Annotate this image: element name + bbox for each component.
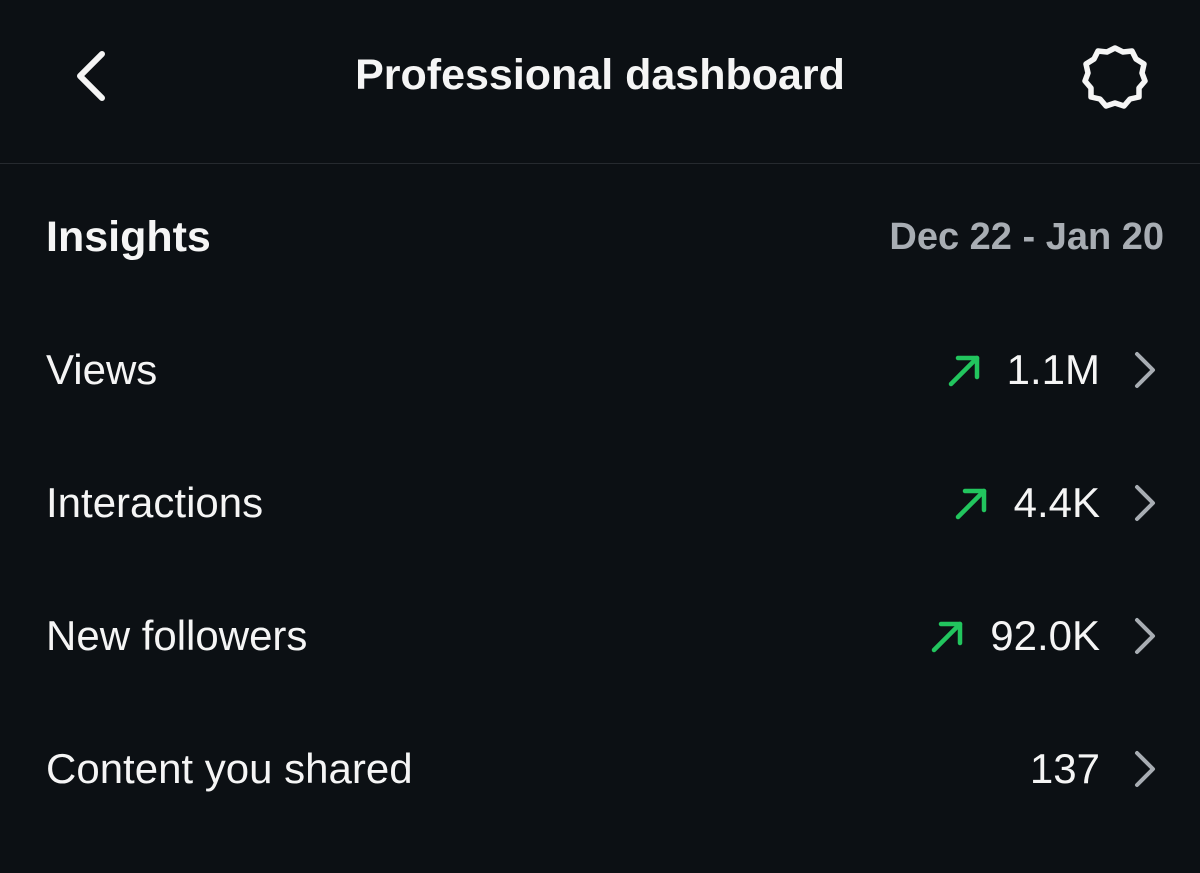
metric-row-interactions[interactable]: Interactions 4.4K <box>0 437 1200 570</box>
metric-value: 92.0K <box>990 612 1100 659</box>
metric-row-new-followers[interactable]: New followers 92.0K <box>0 570 1200 703</box>
trend-up-icon <box>945 350 985 390</box>
page-title: Professional dashboard <box>355 51 845 99</box>
metric-label: Interactions <box>46 479 264 526</box>
metrics-list: Views 1.1M Interactions 4.4K New followe… <box>0 304 1200 836</box>
metric-label: Views <box>46 346 158 393</box>
insights-title: Insights <box>46 213 211 261</box>
metric-label: New followers <box>46 612 308 659</box>
date-range[interactable]: Dec 22 - Jan 20 <box>889 212 1164 262</box>
metric-value: 137 <box>1029 745 1100 792</box>
chevron-right-icon <box>1130 614 1160 658</box>
chevron-right-icon <box>1130 481 1160 525</box>
metric-row-views[interactable]: Views 1.1M <box>0 304 1200 437</box>
top-bar: Professional dashboard <box>0 0 1200 164</box>
chevron-right-icon <box>1130 348 1160 392</box>
settings-button[interactable] <box>1078 40 1152 114</box>
trend-up-icon <box>928 616 968 656</box>
gear-icon <box>1082 45 1148 109</box>
metric-row-content-shared[interactable]: Content you shared 137 <box>0 703 1200 836</box>
metric-label: Content you shared <box>46 745 413 792</box>
insights-header: Insights Dec 22 - Jan 20 <box>46 208 1164 268</box>
metric-value: 1.1M <box>1006 346 1100 393</box>
chevron-right-icon <box>1130 747 1160 791</box>
trend-up-icon <box>952 483 992 523</box>
metric-value: 4.4K <box>1013 479 1100 526</box>
